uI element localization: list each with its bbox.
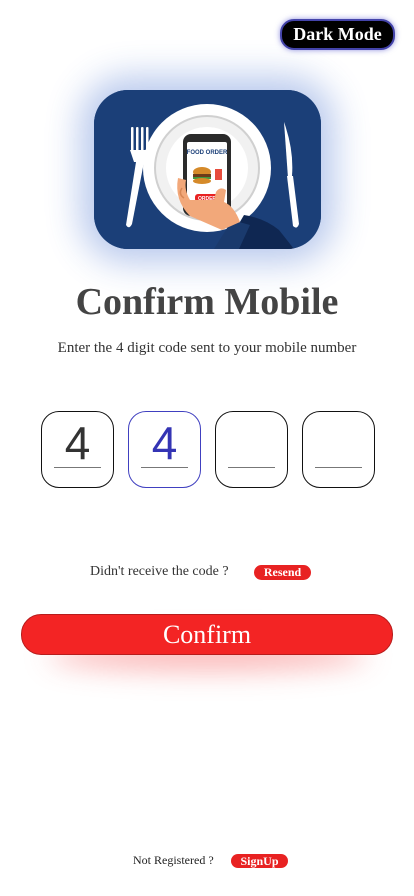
otp-digit-value: 4 (64, 417, 91, 469)
resend-prompt: Didn't receive the code ? (90, 564, 229, 579)
otp-digit-1[interactable]: 4 (41, 411, 114, 488)
food-order-screen-label: FOOD ORDER (187, 150, 228, 156)
confirm-button[interactable]: Confirm (21, 614, 393, 655)
otp-digit-value: 4 (151, 417, 178, 469)
resend-row: Didn't receive the code ? Resend (0, 564, 414, 582)
dark-mode-toggle[interactable]: Dark Mode (280, 19, 395, 50)
otp-digit-3[interactable] (215, 411, 288, 488)
otp-underline (228, 467, 275, 468)
otp-digit-2[interactable]: 4 (128, 411, 201, 488)
otp-underline (54, 467, 101, 468)
signup-button[interactable]: SignUp (231, 854, 288, 868)
resend-button[interactable]: Resend (254, 565, 311, 580)
signup-prompt: Not Registered ? (133, 853, 214, 867)
hero-illustration: FOOD ORDER ORDER (94, 90, 321, 249)
page-title: Confirm Mobile (75, 281, 339, 323)
otp-underline (315, 467, 362, 468)
signup-row: Not Registered ? SignUp (0, 853, 414, 869)
page-subtitle: Enter the 4 digit code sent to your mobi… (57, 340, 357, 356)
otp-digit-4[interactable] (302, 411, 375, 488)
otp-underline (141, 467, 188, 468)
